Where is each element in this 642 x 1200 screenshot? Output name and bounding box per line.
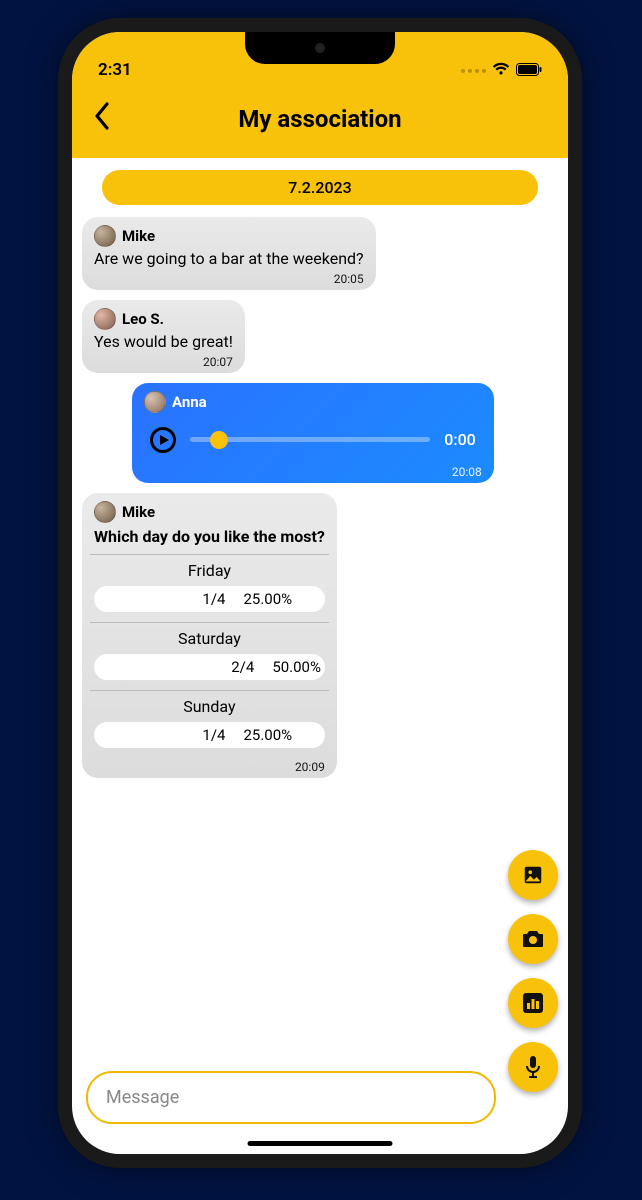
avatar <box>94 225 116 247</box>
wifi-icon <box>492 61 510 80</box>
audio-message-bubble[interactable]: Anna 0:00 20:08 <box>132 383 494 483</box>
poll-option-label: Friday <box>94 561 325 580</box>
dots-icon <box>461 69 486 73</box>
poll-count: 1/4 <box>202 726 225 744</box>
header: My association <box>72 84 568 158</box>
poll-percent: 50.00% <box>272 658 321 676</box>
home-indicator <box>248 1141 393 1146</box>
message-bubble[interactable]: Leo S. Yes would be great! 20:07 <box>82 300 245 373</box>
poll-percent: 25.00% <box>243 590 292 608</box>
back-button[interactable] <box>84 102 120 136</box>
poll-option[interactable]: Saturday 2/4 50.00% <box>94 623 325 690</box>
sender-name: Mike <box>122 503 155 521</box>
poll-option-label: Saturday <box>94 629 325 648</box>
poll-bubble[interactable]: Mike Which day do you like the most? Fri… <box>82 493 337 778</box>
message-text: Are we going to a bar at the weekend? <box>94 249 364 270</box>
audio-track[interactable] <box>190 437 430 442</box>
poll-count: 2/4 <box>231 658 254 676</box>
date-separator: 7.2.2023 <box>102 170 538 205</box>
sender-name: Leo S. <box>122 310 164 328</box>
camera-icon <box>521 928 545 950</box>
avatar <box>144 391 166 413</box>
phone-screen: 2:31 My association 7.2.2023 <box>72 32 568 1154</box>
poll-option-label: Sunday <box>94 697 325 716</box>
page-title: My association <box>72 105 568 133</box>
notch <box>245 32 395 64</box>
poll-bar: 1/4 25.00% <box>94 722 325 748</box>
chevron-left-icon <box>93 102 111 130</box>
message-time: 20:07 <box>94 355 233 369</box>
status-time: 2:31 <box>98 60 132 80</box>
phone-frame: 2:31 My association 7.2.2023 <box>58 18 582 1168</box>
message-text: Yes would be great! <box>94 332 233 353</box>
play-button[interactable] <box>150 427 176 453</box>
fab-column <box>508 850 558 1092</box>
voice-button[interactable] <box>508 1042 558 1092</box>
message-time: 20:09 <box>94 760 325 774</box>
camera-button[interactable] <box>508 914 558 964</box>
bar-chart-icon <box>523 993 543 1013</box>
poll-bar: 2/4 50.00% <box>94 654 325 680</box>
avatar <box>94 501 116 523</box>
sender-name: Anna <box>172 393 207 411</box>
avatar <box>94 308 116 330</box>
gallery-button[interactable] <box>508 850 558 900</box>
poll-count: 1/4 <box>202 590 225 608</box>
status-icons <box>461 61 542 80</box>
image-icon <box>522 864 544 886</box>
audio-knob[interactable] <box>210 431 228 449</box>
message-placeholder: Message <box>106 1087 179 1108</box>
microphone-icon <box>525 1055 541 1079</box>
poll-question: Which day do you like the most? <box>94 527 325 546</box>
message-time: 20:05 <box>94 272 364 286</box>
message-bubble[interactable]: Mike Are we going to a bar at the weeken… <box>82 217 376 290</box>
battery-icon <box>516 61 542 80</box>
poll-option[interactable]: Friday 1/4 25.00% <box>94 555 325 622</box>
poll-option[interactable]: Sunday 1/4 25.00% <box>94 691 325 758</box>
chat-scroll[interactable]: 7.2.2023 Mike Are we going to a bar at t… <box>72 158 568 1061</box>
poll-bar: 1/4 25.00% <box>94 586 325 612</box>
poll-button[interactable] <box>508 978 558 1028</box>
message-time: 20:08 <box>144 465 482 479</box>
audio-elapsed: 0:00 <box>444 430 476 449</box>
poll-percent: 25.00% <box>243 726 292 744</box>
sender-name: Mike <box>122 227 155 245</box>
message-input[interactable]: Message <box>86 1071 496 1124</box>
